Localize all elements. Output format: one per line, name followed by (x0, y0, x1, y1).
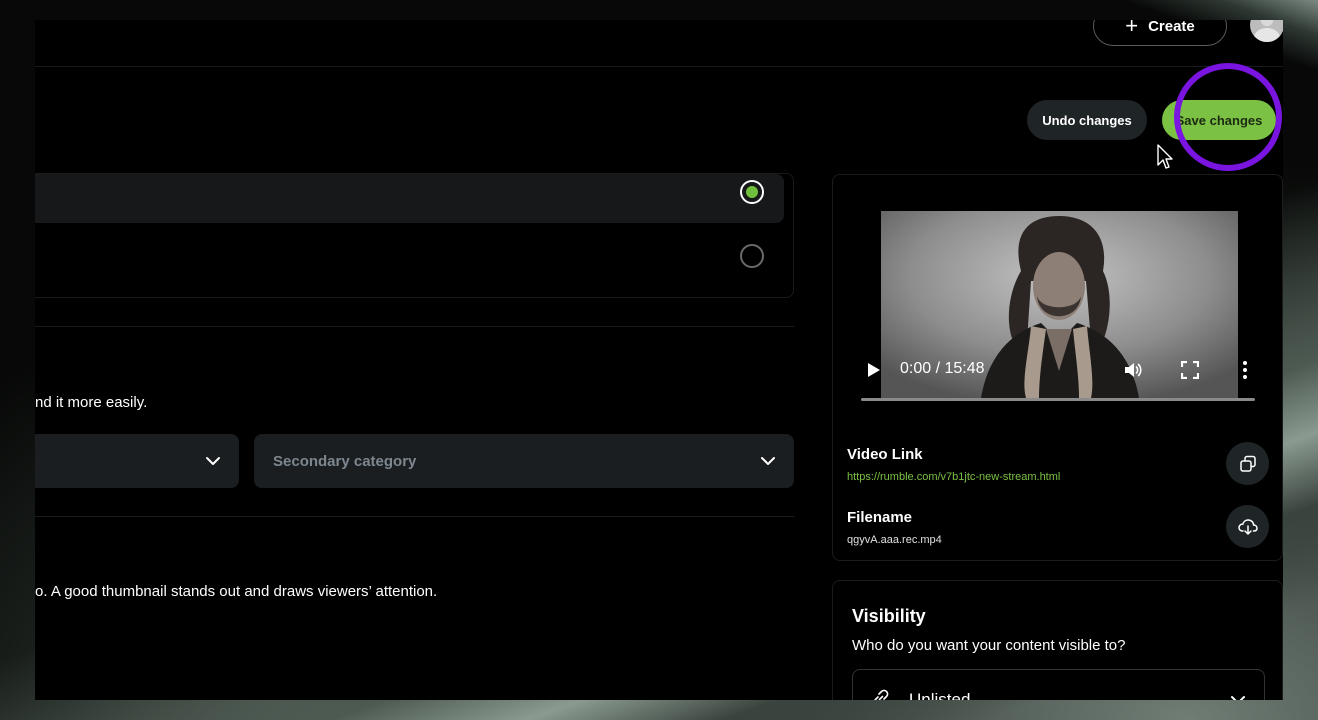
video-link-label: Video Link (847, 446, 923, 463)
top-bar: + Create (35, 20, 1283, 67)
video-progress-bar[interactable] (861, 398, 1255, 401)
avatar[interactable] (1250, 20, 1283, 42)
section-divider (35, 326, 794, 327)
filename-value: qgyvA.aaa.rec.mp4 (847, 534, 942, 546)
visibility-select[interactable]: Unlisted (852, 669, 1265, 700)
secondary-category-select[interactable]: Secondary category (254, 434, 794, 488)
more-options-icon[interactable] (1241, 360, 1249, 380)
video-link-url[interactable]: https://rumble.com/v7b1jtc-new-stream.ht… (847, 471, 1060, 483)
filename-label: Filename (847, 509, 913, 526)
visibility-card: Visibility Who do you want your content … (832, 580, 1283, 700)
media-card: 0:00 / 15:48 Video Link https://rumble.c… (832, 174, 1283, 561)
plus-icon: + (1125, 20, 1139, 38)
visibility-selected-value: Unlisted (909, 690, 971, 700)
category-hint-text: nd it more easily. (35, 394, 148, 411)
chevron-down-icon (1231, 696, 1245, 700)
visibility-question: Who do you want your content visible to? (852, 637, 1126, 654)
video-details-page: + Create Undo changes Save changes nd it… (35, 20, 1283, 700)
fullscreen-icon[interactable] (1181, 361, 1199, 379)
save-changes-button[interactable]: Save changes (1162, 100, 1276, 140)
copy-icon (1239, 455, 1256, 472)
option-radio-list (35, 173, 794, 298)
radio-button-unselected[interactable] (740, 244, 764, 268)
download-button[interactable] (1226, 505, 1269, 548)
chevron-down-icon (761, 457, 775, 465)
link-icon (874, 689, 889, 700)
volume-icon[interactable] (1123, 360, 1143, 380)
video-controls: 0:00 / 15:48 (849, 351, 1255, 411)
create-button[interactable]: + Create (1093, 20, 1227, 46)
primary-category-select[interactable] (35, 434, 239, 488)
create-button-label: Create (1148, 20, 1195, 35)
undo-changes-button[interactable]: Undo changes (1027, 100, 1147, 140)
video-time-display: 0:00 / 15:48 (900, 360, 985, 377)
visibility-title: Visibility (852, 606, 926, 626)
secondary-category-placeholder: Secondary category (273, 452, 417, 470)
cloud-download-icon (1237, 518, 1258, 535)
mouse-cursor-icon (1157, 144, 1173, 169)
radio-option-selected[interactable] (35, 174, 784, 223)
section-divider (35, 516, 794, 517)
thumbnail-hint-text: o. A good thumbnail stands out and draws… (35, 583, 438, 600)
play-icon[interactable] (867, 362, 881, 378)
radio-button-selected[interactable] (740, 180, 764, 204)
chevron-down-icon (206, 457, 220, 465)
copy-link-button[interactable] (1226, 442, 1269, 485)
